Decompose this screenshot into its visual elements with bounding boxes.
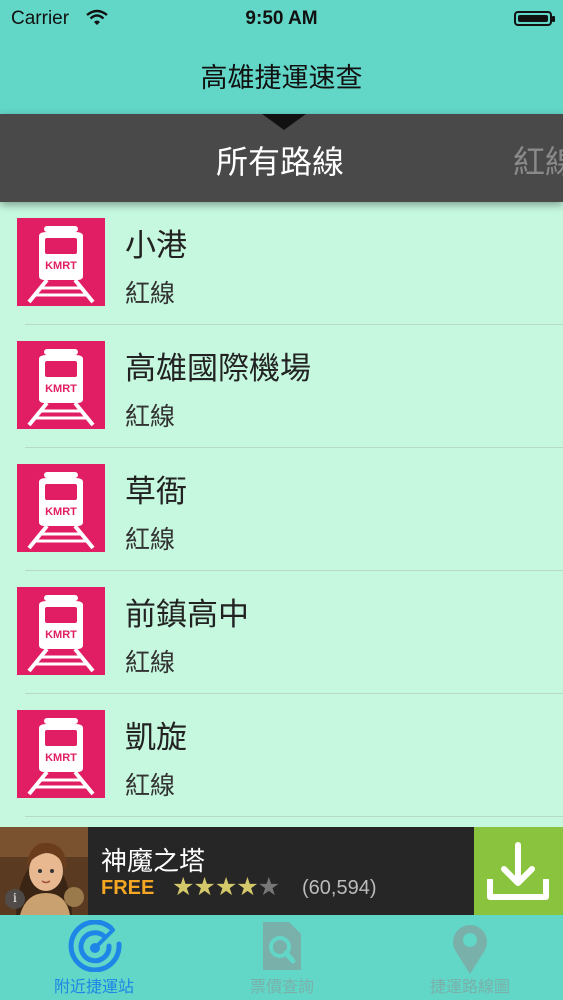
page-title: 高雄捷運速查 (200, 63, 363, 94)
row-divider (25, 816, 563, 817)
station-line: 紅線 (125, 525, 176, 554)
list-item[interactable]: KMRT 凱旋 紅線 (0, 694, 563, 817)
station-name: 凱旋 (125, 720, 187, 756)
station-name: 高雄國際機場 (125, 351, 311, 387)
bottom-tab-bar: 附近捷運站 票價查詢 捷運路線圖 (0, 915, 563, 1000)
svg-text:KMRT: KMRT (45, 260, 77, 272)
svg-text:KMRT: KMRT (45, 752, 77, 764)
svg-text:KMRT: KMRT (45, 506, 77, 518)
station-line: 紅線 (125, 279, 176, 308)
download-button[interactable] (474, 827, 563, 915)
ad-info-icon[interactable]: i (5, 889, 25, 909)
list-item[interactable]: KMRT 小港 紅線 (0, 202, 563, 325)
station-line: 紅線 (125, 402, 176, 431)
list-item[interactable]: KMRT 前鎮高中 紅線 (0, 571, 563, 694)
kmrt-train-icon: KMRT (17, 587, 105, 675)
download-icon (487, 842, 549, 900)
ad-price: FREE (101, 877, 155, 899)
tab-all-lines[interactable]: 所有路線 (216, 137, 344, 183)
kmrt-train-icon: KMRT (17, 464, 105, 552)
svg-text:KMRT: KMRT (45, 629, 77, 641)
battery-icon (514, 11, 555, 26)
radar-icon (68, 920, 122, 972)
list-item[interactable]: KMRT 草衙 紅線 (0, 448, 563, 571)
station-name: 草衙 (125, 474, 187, 510)
tab-nearby-stations[interactable]: 附近捷運站 (0, 915, 188, 1000)
ad-banner[interactable]: i 神魔之塔 FREE ★★★★★ (60,594) (0, 827, 563, 915)
station-name: 小港 (125, 228, 187, 264)
selected-tab-pointer (262, 114, 306, 130)
station-list[interactable]: KMRT 小港 紅線 KMRT 高雄國際機場 紅線 KMRT 草衙 紅線 KMR… (0, 202, 563, 827)
kmrt-train-icon: KMRT (17, 710, 105, 798)
status-bar: Carrier 9:50 AM (0, 0, 563, 38)
fare-search-icon (263, 922, 301, 970)
ad-rating-count: (60,594) (302, 877, 377, 899)
line-filter-tabs[interactable]: 所有路線 紅線 (0, 114, 563, 202)
station-line: 紅線 (125, 771, 176, 800)
svg-text:KMRT: KMRT (45, 383, 77, 395)
tab-red-line[interactable]: 紅線 (513, 137, 563, 183)
station-name: 前鎮高中 (125, 597, 249, 633)
kmrt-train-icon: KMRT (17, 218, 105, 306)
tab-fare-search[interactable]: 票價查詢 (188, 915, 376, 1000)
kmrt-train-icon: KMRT (17, 341, 105, 429)
tab-label: 票價查詢 (249, 977, 314, 996)
tab-route-map[interactable]: 捷運路線圖 (376, 915, 563, 1000)
map-pin-icon (453, 925, 487, 974)
station-line: 紅線 (125, 648, 176, 677)
tab-label: 附近捷運站 (53, 977, 134, 996)
half-star-icon: ★ (257, 872, 280, 901)
tab-label: 捷運路線圖 (429, 977, 510, 996)
ad-rating-stars: ★★★★★ (172, 872, 280, 901)
navigation-bar: 高雄捷運速查 (0, 38, 563, 114)
list-item[interactable]: KMRT 高雄國際機場 紅線 (0, 325, 563, 448)
status-time: 9:50 AM (245, 8, 318, 29)
